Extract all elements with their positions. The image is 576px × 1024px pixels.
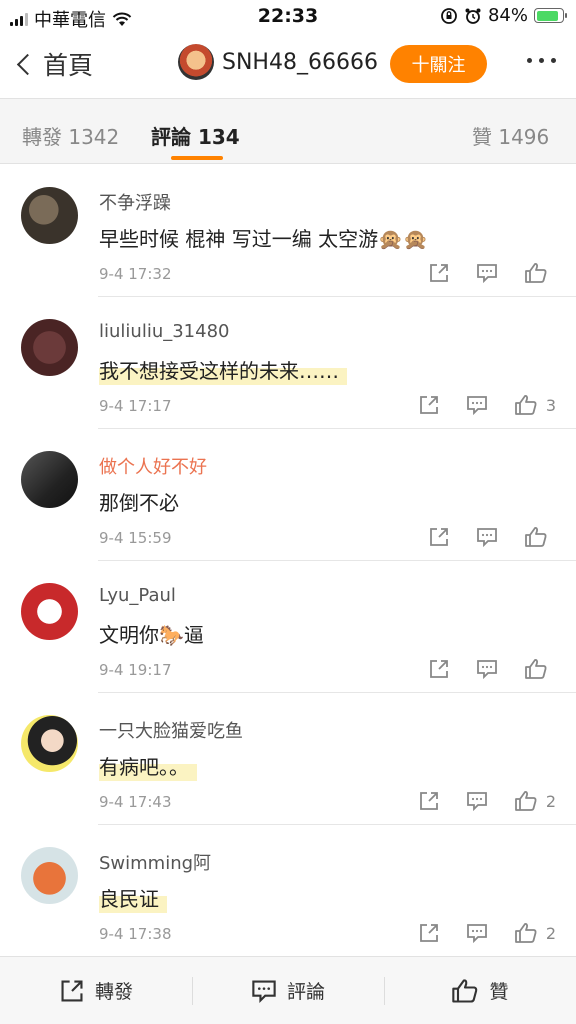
bottom-action-bar: 轉發 評論 贊 [0,956,576,1024]
repost-action-button[interactable]: 轉發 [0,957,192,1024]
comment-icon [477,660,497,680]
share-icon [430,528,448,546]
thumbs-up-icon [514,791,537,811]
rotation-lock-icon [441,7,457,24]
repost-button[interactable] [428,262,450,284]
avatar[interactable] [21,319,78,376]
comment-time: 9-4 17:17 [99,397,172,415]
alarm-icon [465,8,481,24]
thumbs-up-icon [525,527,547,547]
tab-like[interactable]: 贊 1496 [472,121,549,150]
reply-button[interactable] [476,262,498,284]
like-button[interactable]: 2 [514,921,556,945]
tab-comment[interactable]: 評論 134 [151,121,240,150]
list-item: Lyu_Paul 文明你🐎逼 9-4 19:17 [0,561,576,693]
comment-text: 良民证 [99,883,167,913]
thumbs-up-icon [514,395,537,415]
like-action-label: 贊 [489,981,509,1003]
navigation-bar: 首頁 SNH48_66666 十關注 [0,32,576,98]
back-label: 首頁 [43,51,94,80]
like-button[interactable] [524,657,556,681]
avatar[interactable] [21,583,78,640]
comment-time: 9-4 17:38 [99,925,172,943]
comment-icon [477,528,497,548]
thumbs-up-icon [514,923,537,943]
repost-action-label: 轉發 [94,981,133,1003]
comment-text: 我不想接受这样的未来…… [99,355,347,385]
comment-author[interactable]: liuliuliu_31480 [99,321,230,342]
comment-icon [252,979,276,1003]
back-button[interactable]: 首頁 [14,46,93,82]
reply-button[interactable] [476,658,498,680]
thumbs-up-icon [525,263,547,283]
repost-button[interactable] [418,922,440,944]
like-count: 3 [545,395,556,415]
comment-icon [466,924,487,944]
reply-button[interactable] [466,394,488,416]
follow-button[interactable]: 十關注 [390,45,487,83]
like-count: 2 [545,923,556,943]
thumbs-up-icon [452,978,478,1003]
list-item: 不争浮躁 早些时候 棍神 写过一编 太空游🙊🙊 9-4 17:32 [0,165,576,297]
comment-time: 9-4 17:32 [99,265,172,283]
tab-bar: 轉發 1342 評論 134 贊 1496 [0,98,576,164]
repost-button[interactable] [418,790,440,812]
avatar[interactable] [21,451,78,508]
share-icon [430,264,448,282]
like-button[interactable] [524,525,556,549]
repost-button[interactable] [428,658,450,680]
avatar[interactable] [178,44,214,80]
tab-repost[interactable]: 轉發 1342 [22,121,119,150]
comment-author[interactable]: 做个人好不好 [99,453,207,479]
comment-text: 文明你🐎逼 [99,623,204,647]
list-item: 做个人好不好 那倒不必 9-4 15:59 [0,429,576,561]
comment-author[interactable]: Swimming阿 [99,849,211,875]
chevron-left-icon [16,53,39,75]
comment-action-label: 評論 [286,981,325,1003]
avatar[interactable] [21,187,78,244]
like-button[interactable]: 3 [514,393,556,417]
battery-percent: 84% [487,5,528,26]
comment-time: 9-4 17:43 [99,793,172,811]
username[interactable]: SNH48_66666 [222,50,378,75]
list-item: 一只大脸猫爱吃鱼 有病吧。。 9-4 17:43 2 [0,693,576,825]
like-button[interactable]: 2 [514,789,556,813]
comment-text: 早些时候 棍神 写过一编 太空游🙊🙊 [99,227,428,251]
avatar[interactable] [21,847,78,904]
repost-button[interactable] [418,394,440,416]
like-button[interactable] [524,261,556,285]
more-icon[interactable] [527,58,556,63]
comment-author[interactable]: Lyu_Paul [99,585,176,606]
comment-icon [477,264,497,284]
share-icon [61,979,83,1002]
comment-author[interactable]: 不争浮躁 [99,189,171,215]
share-icon [430,660,448,678]
active-tab-indicator [171,156,223,160]
list-item: Swimming阿 良民证 9-4 17:38 2 [0,825,576,957]
comment-time: 9-4 15:59 [99,529,172,547]
share-icon [419,396,438,414]
comment-icon [466,792,487,812]
status-bar: 中華電信 22:33 84% [0,0,576,32]
share-icon [419,924,438,942]
thumbs-up-icon [525,659,547,679]
reply-button[interactable] [476,526,498,548]
reply-button[interactable] [466,922,488,944]
comment-icon [466,396,487,416]
like-count: 2 [545,791,556,811]
list-item: liuliuliu_31480 我不想接受这样的未来…… 9-4 17:17 3 [0,297,576,429]
comment-author[interactable]: 一只大脸猫爱吃鱼 [99,717,243,743]
comment-text: 有病吧。。 [99,751,197,781]
comment-time: 9-4 19:17 [99,661,172,679]
profile-header[interactable]: SNH48_66666 [178,44,378,80]
reply-button[interactable] [466,790,488,812]
comment-action-button[interactable]: 評論 [192,957,384,1024]
like-action-button[interactable]: 贊 [384,957,576,1024]
battery-icon [534,8,567,23]
share-icon [419,792,438,810]
avatar[interactable] [21,715,78,772]
comment-text: 那倒不必 [99,491,179,515]
repost-button[interactable] [428,526,450,548]
